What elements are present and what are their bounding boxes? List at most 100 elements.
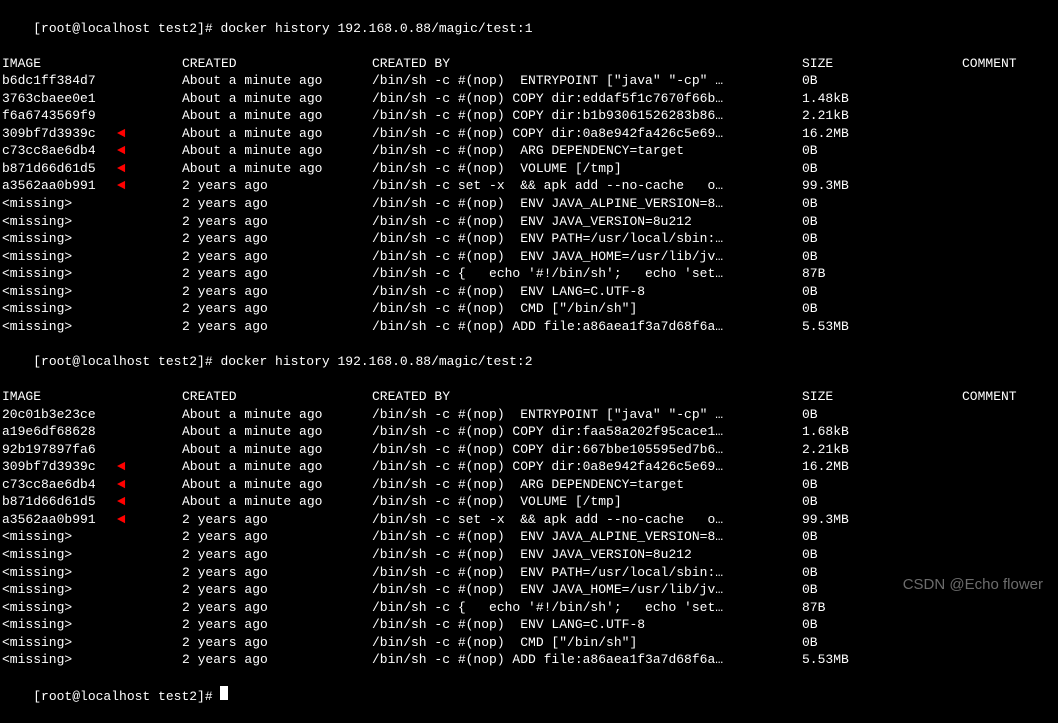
cell-createdby: /bin/sh -c #(nop) COPY dir:0a8e942fa426c… <box>372 125 802 143</box>
cell-createdby: /bin/sh -c #(nop) ENV JAVA_VERSION=8u212 <box>372 213 802 231</box>
cell-size: 0B <box>802 634 962 652</box>
table-row: f6a6743569f9About a minute ago/bin/sh -c… <box>2 107 1056 125</box>
cell-size: 0B <box>802 476 962 494</box>
cell-size: 0B <box>802 493 962 511</box>
cell-size: 99.3MB <box>802 177 962 195</box>
header-created: CREATED <box>182 388 372 406</box>
table-row: <missing>2 years ago/bin/sh -c #(nop) EN… <box>2 528 1056 546</box>
cell-createdby: /bin/sh -c #(nop) ADD file:a86aea1f3a7d6… <box>372 651 802 669</box>
cell-size: 16.2MB <box>802 125 962 143</box>
cell-createdby: /bin/sh -c #(nop) ENV PATH=/usr/local/sb… <box>372 564 802 582</box>
table-row: 20c01b3e23ceAbout a minute ago/bin/sh -c… <box>2 406 1056 424</box>
cell-image: a3562aa0b991 <box>2 511 182 529</box>
table-row: b871d66d61d5About a minute ago/bin/sh -c… <box>2 160 1056 178</box>
cell-createdby: /bin/sh -c #(nop) ENV JAVA_HOME=/usr/lib… <box>372 581 802 599</box>
cell-image: a3562aa0b991 <box>2 177 182 195</box>
table-row: <missing>2 years ago/bin/sh -c #(nop) EN… <box>2 564 1056 582</box>
cell-size: 87B <box>802 265 962 283</box>
cell-image: <missing> <box>2 634 182 652</box>
cell-createdby: /bin/sh -c #(nop) COPY dir:0a8e942fa426c… <box>372 458 802 476</box>
cell-createdby: /bin/sh -c #(nop) ADD file:a86aea1f3a7d6… <box>372 318 802 336</box>
cell-image: <missing> <box>2 528 182 546</box>
cell-created: About a minute ago <box>182 125 372 143</box>
cell-image: <missing> <box>2 283 182 301</box>
cell-createdby: /bin/sh -c { echo '#!/bin/sh'; echo 'set… <box>372 599 802 617</box>
table-header-1: IMAGE CREATED CREATED BY SIZE COMMENT <box>2 55 1056 73</box>
cell-image: <missing> <box>2 265 182 283</box>
cell-createdby: /bin/sh -c #(nop) ARG DEPENDENCY=target <box>372 142 802 160</box>
cell-image: <missing> <box>2 318 182 336</box>
table-row: <missing>2 years ago/bin/sh -c #(nop) AD… <box>2 318 1056 336</box>
cell-created: 2 years ago <box>182 511 372 529</box>
header-created: CREATED <box>182 55 372 73</box>
cell-size: 0B <box>802 142 962 160</box>
cell-image: <missing> <box>2 651 182 669</box>
cell-size: 1.68kB <box>802 423 962 441</box>
arrow-icon: ◄ <box>117 160 125 179</box>
cell-createdby: /bin/sh -c #(nop) CMD ["/bin/sh"] <box>372 300 802 318</box>
cell-createdby: /bin/sh -c #(nop) ARG DEPENDENCY=target <box>372 476 802 494</box>
table-row: <missing>2 years ago/bin/sh -c #(nop) EN… <box>2 546 1056 564</box>
cell-createdby: /bin/sh -c #(nop) ENV JAVA_VERSION=8u212 <box>372 546 802 564</box>
cell-createdby: /bin/sh -c #(nop) CMD ["/bin/sh"] <box>372 634 802 652</box>
cell-size: 16.2MB <box>802 458 962 476</box>
cell-createdby: /bin/sh -c set -x && apk add --no-cache … <box>372 511 802 529</box>
cell-size: 0B <box>802 248 962 266</box>
cell-image: b871d66d61d5 <box>2 493 182 511</box>
cell-createdby: /bin/sh -c #(nop) ENV LANG=C.UTF-8 <box>372 616 802 634</box>
cell-created: About a minute ago <box>182 90 372 108</box>
table-row: <missing>2 years ago/bin/sh -c #(nop) CM… <box>2 634 1056 652</box>
header-image: IMAGE <box>2 388 182 406</box>
cell-image: c73cc8ae6db4 <box>2 476 182 494</box>
table-row: a3562aa0b9912 years ago/bin/sh -c set -x… <box>2 511 1056 529</box>
cell-createdby: /bin/sh -c #(nop) VOLUME [/tmp] <box>372 493 802 511</box>
arrow-icon: ◄ <box>117 511 125 530</box>
cell-size: 0B <box>802 72 962 90</box>
table-row: <missing>2 years ago/bin/sh -c #(nop) EN… <box>2 213 1056 231</box>
table-row: a19e6df68628About a minute ago/bin/sh -c… <box>2 423 1056 441</box>
cell-createdby: /bin/sh -c #(nop) ENV PATH=/usr/local/sb… <box>372 230 802 248</box>
cell-image: 20c01b3e23ce <box>2 406 182 424</box>
cell-image: 3763cbaee0e1 <box>2 90 182 108</box>
arrow-icon: ◄ <box>117 458 125 477</box>
watermark-text: CSDN @Echo flower <box>903 575 1043 595</box>
cell-created: 2 years ago <box>182 248 372 266</box>
cell-created: 2 years ago <box>182 195 372 213</box>
cell-created: 2 years ago <box>182 616 372 634</box>
cell-size: 0B <box>802 300 962 318</box>
cell-size: 1.48kB <box>802 90 962 108</box>
cell-size: 99.3MB <box>802 511 962 529</box>
cell-createdby: /bin/sh -c #(nop) ENTRYPOINT ["java" "-c… <box>372 406 802 424</box>
cell-size: 0B <box>802 160 962 178</box>
cell-created: About a minute ago <box>182 476 372 494</box>
cell-image: <missing> <box>2 616 182 634</box>
cell-size: 0B <box>802 283 962 301</box>
arrow-icon: ◄ <box>117 476 125 495</box>
cursor-icon <box>220 686 228 700</box>
arrow-icon: ◄ <box>117 493 125 512</box>
header-comment: COMMENT <box>962 55 1017 73</box>
cell-created: 2 years ago <box>182 564 372 582</box>
cell-createdby: /bin/sh -c #(nop) COPY dir:faa58a202f95c… <box>372 423 802 441</box>
command-prompt-3[interactable]: [root@localhost test2]# <box>2 669 1056 723</box>
cell-created: 2 years ago <box>182 300 372 318</box>
table-row: 3763cbaee0e1About a minute ago/bin/sh -c… <box>2 90 1056 108</box>
cell-createdby: /bin/sh -c #(nop) ENV JAVA_HOME=/usr/lib… <box>372 248 802 266</box>
header-size: SIZE <box>802 388 962 406</box>
header-createdby: CREATED BY <box>372 388 802 406</box>
cell-size: 0B <box>802 406 962 424</box>
cell-size: 5.53MB <box>802 651 962 669</box>
table-row: 309bf7d3939cAbout a minute ago/bin/sh -c… <box>2 458 1056 476</box>
cell-createdby: /bin/sh -c #(nop) COPY dir:eddaf5f1c7670… <box>372 90 802 108</box>
cell-createdby: /bin/sh -c #(nop) ENV LANG=C.UTF-8 <box>372 283 802 301</box>
table-row: <missing>2 years ago/bin/sh -c #(nop) CM… <box>2 300 1056 318</box>
header-image: IMAGE <box>2 55 182 73</box>
cell-created: About a minute ago <box>182 493 372 511</box>
cell-createdby: /bin/sh -c #(nop) ENV JAVA_ALPINE_VERSIO… <box>372 528 802 546</box>
cell-created: About a minute ago <box>182 72 372 90</box>
cell-image: <missing> <box>2 564 182 582</box>
cell-created: About a minute ago <box>182 423 372 441</box>
header-comment: COMMENT <box>962 388 1017 406</box>
cell-created: 2 years ago <box>182 634 372 652</box>
table-row: <missing>2 years ago/bin/sh -c { echo '#… <box>2 599 1056 617</box>
